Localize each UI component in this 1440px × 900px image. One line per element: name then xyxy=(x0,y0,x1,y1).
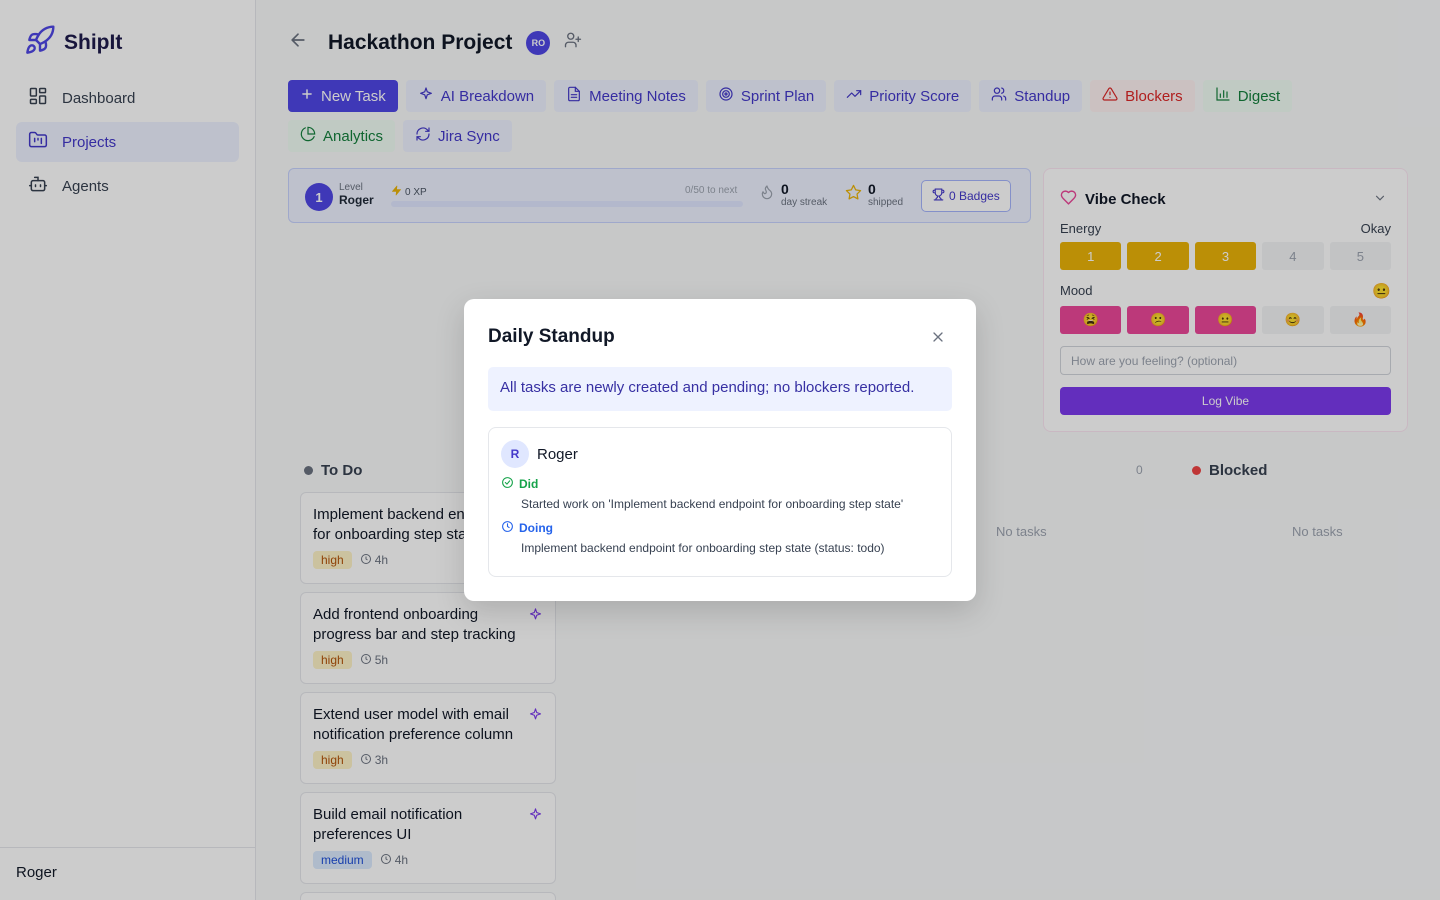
standup-modal: Daily Standup All tasks are newly create… xyxy=(464,299,976,601)
standup-summary: All tasks are newly created and pending;… xyxy=(488,367,952,411)
doing-label-text: Doing xyxy=(519,521,553,535)
avatar: R xyxy=(501,440,529,468)
doing-text: Implement backend endpoint for onboardin… xyxy=(521,541,885,555)
check-circle-icon xyxy=(501,476,514,492)
close-icon[interactable] xyxy=(930,329,946,350)
clock-icon xyxy=(501,520,514,536)
modal-title: Daily Standup xyxy=(488,326,615,347)
member-header: R Roger xyxy=(501,440,578,468)
did-text: Started work on 'Implement backend endpo… xyxy=(521,497,904,511)
did-label-text: Did xyxy=(519,477,539,491)
did-label: Did xyxy=(501,476,538,492)
member-standup-card: R Roger Did Started work on 'Implement b… xyxy=(488,427,952,577)
doing-label: Doing xyxy=(501,520,553,536)
member-name: Roger xyxy=(537,445,578,463)
